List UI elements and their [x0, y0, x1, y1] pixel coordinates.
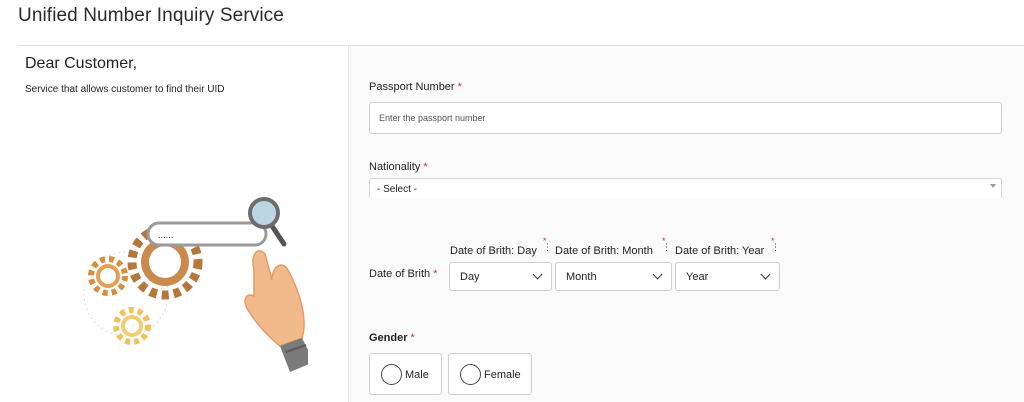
nationality-select[interactable]: - Select - — [369, 178, 1002, 198]
chevron-down-icon — [652, 269, 663, 280]
gender-label: Gender * — [369, 332, 415, 344]
gender-option-label: Male — [405, 369, 429, 381]
svg-text:......: ...... — [158, 231, 173, 240]
dob-month-label: Date of Brith: Month — [555, 245, 653, 257]
passport-label: Passport Number * — [369, 81, 462, 93]
dob-year-selected-value: Year — [686, 271, 709, 283]
passport-number-input[interactable] — [369, 102, 1002, 134]
nationality-selected-value: - Select - — [377, 184, 418, 195]
gender-option-female[interactable]: Female — [448, 353, 532, 395]
pointing-hand-icon — [244, 250, 308, 372]
radio-circle-icon[interactable] — [381, 364, 402, 385]
dob-day-select[interactable]: Day — [449, 262, 552, 291]
dob-day-required-marker: * ⋮ — [543, 236, 552, 252]
radio-circle-icon[interactable] — [460, 364, 481, 385]
dob-month-selected-value: Month — [566, 271, 597, 283]
gender-option-label: Female — [484, 369, 521, 381]
required-marker: * — [410, 332, 415, 344]
nationality-label: Nationality * — [369, 161, 428, 173]
info-panel: Dear Customer, Service that allows custo… — [18, 46, 349, 402]
dob-day-label: Date of Brith: Day — [450, 245, 537, 257]
service-description: Service that allows customer to find the… — [25, 84, 225, 95]
required-marker: * — [457, 81, 462, 93]
gender-option-male[interactable]: Male — [369, 353, 442, 395]
small-gear-icon — [88, 256, 128, 296]
dob-year-select[interactable]: Year — [675, 262, 780, 291]
search-field-icon: ...... — [146, 221, 268, 247]
dob-year-required-marker: * ⋮ — [771, 236, 780, 252]
required-marker: * — [433, 268, 438, 280]
yellow-gear-icon — [113, 307, 151, 345]
greeting-heading: Dear Customer, — [25, 55, 138, 72]
page-title: Unified Number Inquiry Service — [18, 5, 284, 26]
chevron-down-icon — [532, 269, 543, 280]
dob-month-required-marker: * ⋮ — [662, 236, 671, 252]
dob-day-selected-value: Day — [460, 271, 480, 283]
dropdown-caret-icon — [990, 184, 996, 188]
dob-year-label: Date of Brith: Year — [675, 245, 765, 257]
dob-label: Date of Brith * — [369, 268, 438, 280]
chevron-down-icon — [760, 269, 771, 280]
search-gears-illustration: ...... — [83, 197, 308, 372]
required-marker: * — [423, 161, 428, 173]
dob-month-select[interactable]: Month — [555, 262, 672, 291]
form-panel — [350, 46, 1024, 402]
